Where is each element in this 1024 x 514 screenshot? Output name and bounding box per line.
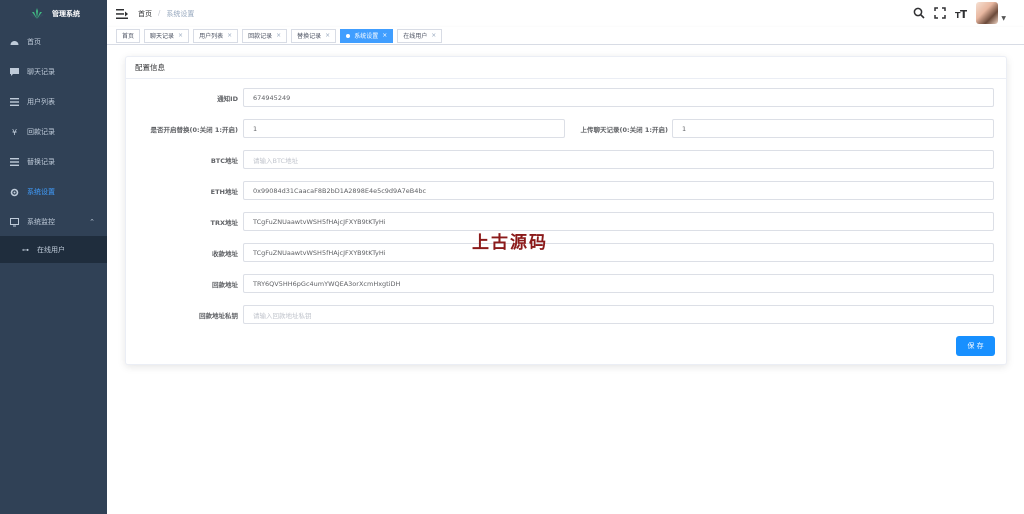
eth-input[interactable]: 0x99084d31CaacaF8B2bD1A2898E4e5c9d9A7eB4… (243, 181, 994, 200)
btc-input[interactable]: 请输入BTC地址 (243, 150, 994, 169)
tag-label: 聊天记录 (150, 33, 175, 40)
sidebar-item-label: 在线用户 (37, 245, 65, 254)
sidebar-item-label: 回款记录 (27, 128, 55, 136)
sidebar-item-users[interactable]: 用户列表 (0, 87, 107, 117)
tag-replace[interactable]: 替换记录 × (291, 28, 337, 43)
hamburger-icon[interactable] (116, 8, 128, 20)
form-row-btc: BTC地址 (126, 150, 238, 170)
tag-label: 用户列表 (199, 33, 224, 40)
close-icon[interactable]: × (227, 32, 232, 39)
enable-replace-input[interactable]: 1 (243, 119, 565, 138)
receive-input[interactable]: TCgFuZNUaawtvWSH5fHAjcJFXYB9tKTyHi (243, 243, 994, 262)
tag-label: 首页 (122, 33, 135, 40)
sidebar-item-replace[interactable]: 替换记录 (0, 147, 107, 177)
yen-icon: ¥ (11, 127, 18, 137)
eth-label: ETH地址 (210, 188, 238, 196)
return-address-label: 回款地址 (212, 281, 238, 289)
breadcrumb-home[interactable]: 首页 (138, 9, 152, 19)
close-icon[interactable]: × (276, 32, 281, 39)
sidebar-item-label: 聊天记录 (27, 68, 55, 76)
tag-label: 系统设置 (354, 33, 379, 40)
close-icon[interactable]: × (382, 32, 387, 39)
navbar: 首页 / 系统设置 T T ▼ (107, 0, 1024, 27)
form-row-return-key: 回款地址私钥 (126, 305, 238, 325)
svg-text:T: T (960, 8, 967, 19)
sidebar-item-chat[interactable]: 聊天记录 (0, 57, 107, 87)
sidebar-item-label: 系统监控 (27, 218, 55, 226)
fullscreen-icon[interactable] (934, 7, 947, 19)
form-row-trx: TRX地址 (126, 212, 238, 232)
sidebar-item-settings[interactable]: 系统设置 (0, 177, 107, 207)
form-row-upload-chat: 上传聊天记录(0:关闭 1:开启) (565, 119, 668, 139)
monitor-icon (10, 217, 19, 227)
logo[interactable]: 管理系统 (0, 0, 107, 28)
breadcrumb-separator: / (158, 8, 161, 17)
card-header: 配置信息 (126, 57, 1006, 79)
dashboard-icon (10, 38, 19, 47)
close-icon[interactable]: × (178, 32, 183, 39)
breadcrumb: 首页 / 系统设置 (138, 9, 194, 19)
list-icon (10, 158, 19, 167)
trx-label: TRX地址 (210, 219, 238, 227)
receive-label: 收款地址 (212, 250, 238, 258)
form-row-notify-id: 通知ID (126, 88, 238, 108)
tags-view: 首页 聊天记录 × 用户列表 × 回款记录 × 替换记录 × 系统设置 × 在线… (107, 27, 1024, 45)
app-title: 管理系统 (52, 10, 80, 18)
tag-label: 替换记录 (297, 33, 322, 40)
sidebar: 管理系统 首页 聊天记录 用户列表 ¥ 回款记录 替换记录 系统设置 系统监控 … (0, 0, 107, 514)
sidebar-item-monitor[interactable]: 系统监控 ⌃ (0, 207, 107, 237)
tag-label: 回款记录 (248, 33, 273, 40)
trx-input[interactable]: TCgFuZNUaawtvWSH5fHAjcJFXYB9tKTyHi (243, 212, 994, 231)
close-icon[interactable]: × (431, 32, 436, 39)
config-card: 配置信息 通知ID 674945249 是否开启替换(0:关闭 1:开启) 1 … (125, 56, 1007, 365)
list-icon (10, 98, 19, 107)
form-row-eth: ETH地址 (126, 181, 238, 201)
online-icon: ⊶ (22, 245, 29, 254)
tag-chat[interactable]: 聊天记录 × (144, 28, 190, 43)
return-key-label: 回款地址私钥 (199, 312, 238, 320)
logo-icon (30, 8, 44, 19)
enable-replace-label: 是否开启替换(0:关闭 1:开启) (150, 126, 238, 134)
notify-id-label: 通知ID (217, 95, 238, 103)
return-address-input[interactable]: TRY6QV5HH6pGc4umYWQEA3orXcmHxgtiDH (243, 274, 994, 293)
sidebar-item-label: 用户列表 (27, 98, 55, 106)
active-dot-icon (346, 33, 351, 38)
form-row-enable-replace: 是否开启替换(0:关闭 1:开启) (126, 119, 238, 139)
chevron-up-icon: ⌃ (89, 218, 95, 226)
sidebar-item-payback[interactable]: ¥ 回款记录 (0, 117, 107, 147)
breadcrumb-current: 系统设置 (166, 9, 195, 18)
navbar-right: T T ▼ (913, 2, 1006, 24)
font-size-icon[interactable]: T T (955, 7, 967, 19)
sidebar-item-home[interactable]: 首页 (0, 27, 107, 57)
gear-icon (10, 188, 19, 197)
btc-label: BTC地址 (210, 157, 238, 165)
tag-label: 在线用户 (403, 33, 428, 40)
sidebar-item-label: 系统设置 (27, 188, 55, 196)
main-content: 配置信息 通知ID 674945249 是否开启替换(0:关闭 1:开启) 1 … (107, 45, 1024, 514)
tag-settings[interactable]: 系统设置 × (340, 28, 394, 43)
tag-users[interactable]: 用户列表 × (193, 28, 239, 43)
return-key-input[interactable]: 请输入回款地址私钥 (243, 305, 994, 324)
sidebar-item-label: 替换记录 (27, 158, 55, 166)
notify-id-input[interactable]: 674945249 (243, 88, 994, 107)
search-icon[interactable] (913, 7, 925, 19)
message-icon (10, 68, 19, 77)
upload-chat-label: 上传聊天记录(0:关闭 1:开启) (580, 126, 668, 134)
form-row-return-address: 回款地址 (126, 274, 238, 294)
sidebar-subitem-online-users[interactable]: ⊶ 在线用户 (0, 236, 107, 263)
tag-payback[interactable]: 回款记录 × (242, 28, 288, 43)
close-icon[interactable]: × (325, 32, 330, 39)
save-button[interactable]: 保 存 (956, 336, 995, 356)
avatar[interactable] (976, 2, 999, 24)
upload-chat-input[interactable]: 1 (672, 119, 994, 138)
watermark: 上古源码 (472, 233, 548, 253)
form-row-receive: 收款地址 (126, 243, 238, 263)
caret-down-icon[interactable]: ▼ (1001, 15, 1006, 22)
sidebar-item-label: 首页 (27, 38, 41, 46)
tag-online-users[interactable]: 在线用户 × (397, 28, 443, 43)
tag-home[interactable]: 首页 (116, 28, 141, 43)
